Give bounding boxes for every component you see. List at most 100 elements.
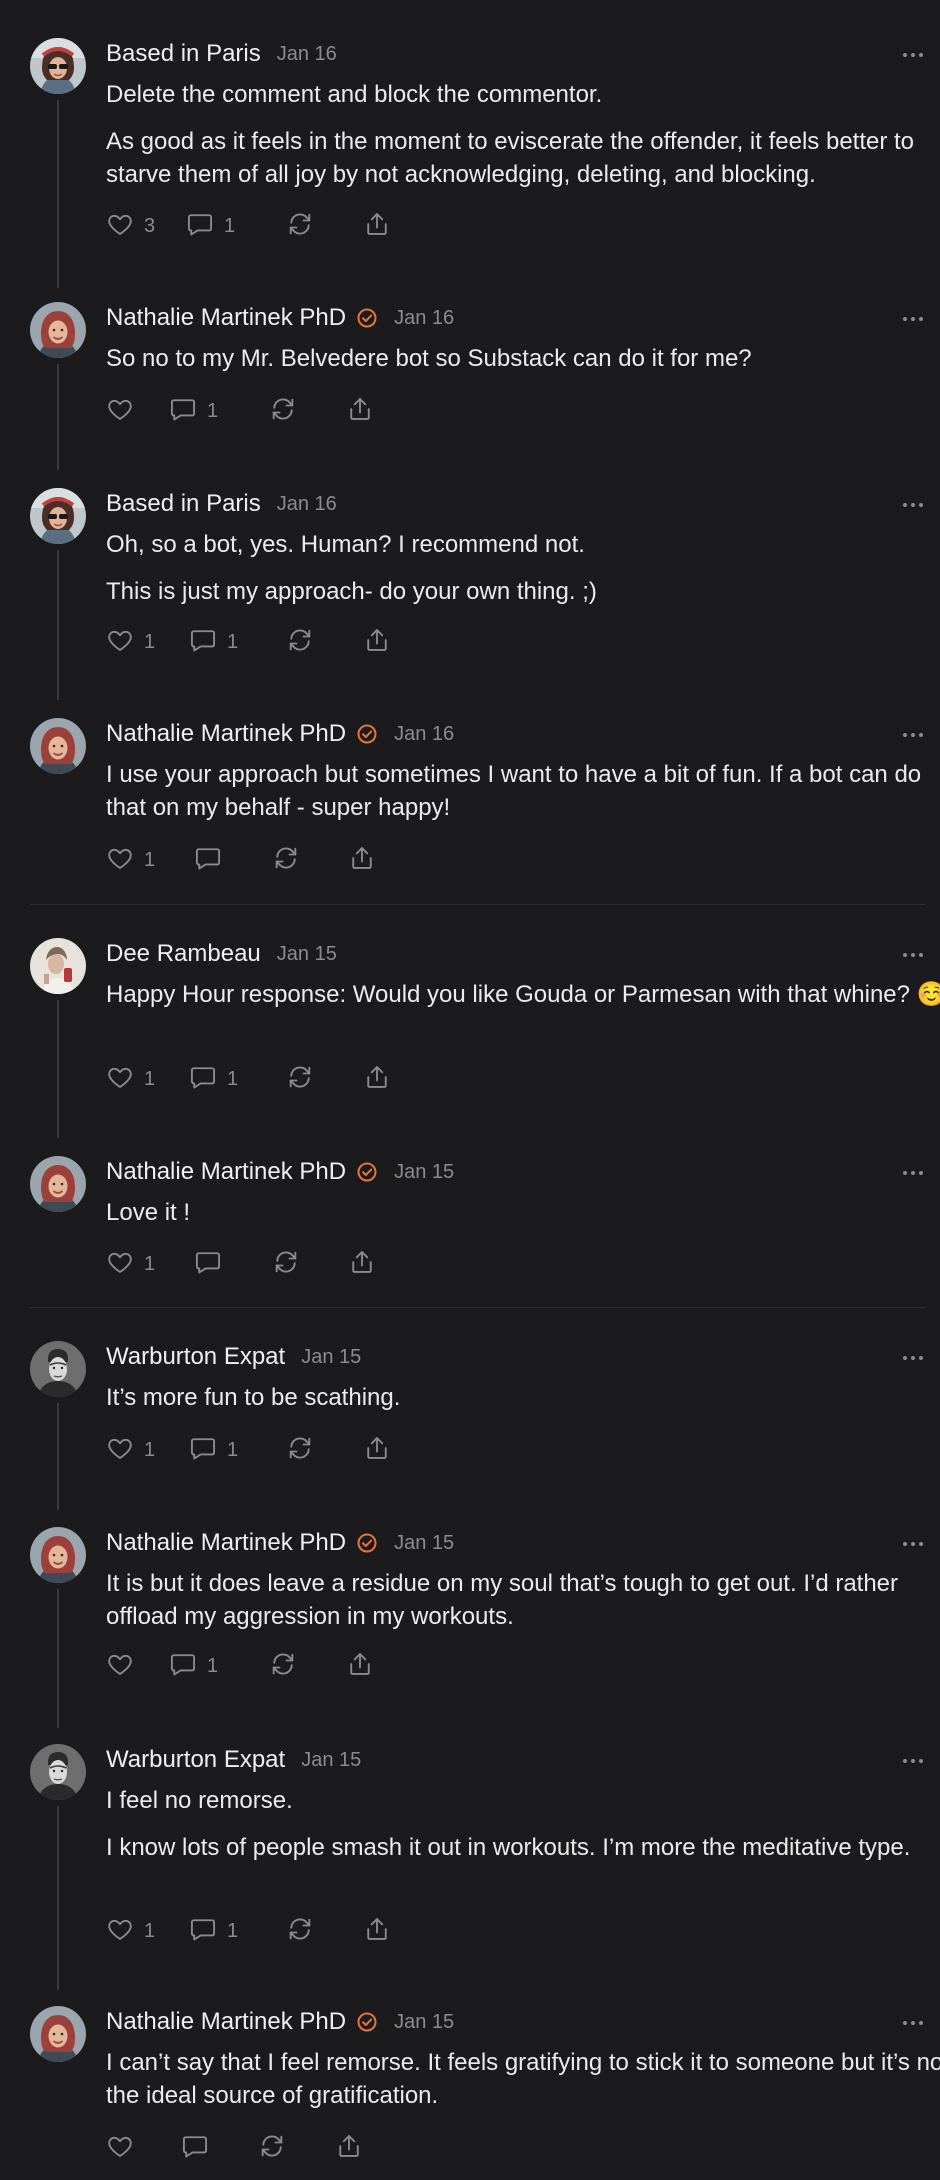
comment-date[interactable]: Jan 16 bbox=[277, 43, 337, 66]
like-button[interactable] bbox=[106, 395, 134, 427]
reply-button[interactable]: 1 bbox=[186, 210, 235, 242]
more-options-icon[interactable] bbox=[898, 1343, 928, 1373]
share-button[interactable] bbox=[335, 2132, 363, 2164]
restack-button[interactable] bbox=[258, 2132, 286, 2164]
avatar[interactable] bbox=[30, 1744, 86, 1800]
comment-date[interactable]: Jan 15 bbox=[301, 1346, 361, 1369]
share-button[interactable] bbox=[363, 1434, 391, 1466]
comment-date[interactable]: Jan 15 bbox=[301, 1749, 361, 1772]
reply-button[interactable]: 1 bbox=[189, 1434, 238, 1466]
like-button[interactable]: 1 bbox=[106, 1434, 155, 1466]
share-icon bbox=[346, 395, 374, 428]
heart-icon bbox=[106, 626, 134, 659]
avatar[interactable] bbox=[30, 1341, 86, 1397]
author-name[interactable]: Based in Paris bbox=[106, 490, 261, 518]
avatar[interactable] bbox=[30, 302, 86, 358]
author-name[interactable]: Based in Paris bbox=[106, 40, 261, 68]
restack-button[interactable] bbox=[269, 1650, 297, 1682]
restack-icon bbox=[286, 1063, 314, 1096]
restack-button[interactable] bbox=[272, 844, 300, 876]
reply-button[interactable]: 1 bbox=[189, 1915, 238, 1947]
reply-button[interactable] bbox=[194, 844, 222, 876]
author-name[interactable]: Dee Rambeau bbox=[106, 940, 261, 968]
like-button[interactable] bbox=[106, 2132, 134, 2164]
avatar[interactable] bbox=[30, 1527, 86, 1583]
author-name[interactable]: Warburton Expat bbox=[106, 1343, 285, 1371]
like-button[interactable]: 1 bbox=[106, 1063, 155, 1095]
restack-button[interactable] bbox=[286, 1063, 314, 1095]
share-icon bbox=[363, 1434, 391, 1467]
comment-date[interactable]: Jan 15 bbox=[277, 943, 337, 966]
comment-body: Love it ! bbox=[106, 1196, 940, 1243]
more-options-icon[interactable] bbox=[898, 490, 928, 520]
restack-icon bbox=[286, 626, 314, 659]
author-name[interactable]: Warburton Expat bbox=[106, 1746, 285, 1774]
share-button[interactable] bbox=[346, 1650, 374, 1682]
share-button[interactable] bbox=[363, 1063, 391, 1095]
reply-icon bbox=[189, 1063, 217, 1096]
restack-button[interactable] bbox=[286, 1434, 314, 1466]
comment-body: It’s more fun to be scathing. bbox=[106, 1381, 940, 1428]
reply-button[interactable] bbox=[181, 2132, 209, 2164]
restack-button[interactable] bbox=[272, 1248, 300, 1280]
comment-date[interactable]: Jan 16 bbox=[277, 493, 337, 516]
more-options-icon[interactable] bbox=[898, 1158, 928, 1188]
share-button[interactable] bbox=[363, 210, 391, 242]
reply-button[interactable]: 1 bbox=[189, 626, 238, 658]
thread-line bbox=[57, 1000, 59, 1138]
reply-button[interactable]: 1 bbox=[169, 1650, 218, 1682]
like-button[interactable]: 1 bbox=[106, 1248, 155, 1280]
restack-button[interactable] bbox=[269, 395, 297, 427]
share-button[interactable] bbox=[346, 395, 374, 427]
comment-date[interactable]: Jan 15 bbox=[394, 1532, 454, 1555]
share-button[interactable] bbox=[348, 844, 376, 876]
restack-button[interactable] bbox=[286, 1915, 314, 1947]
avatar[interactable] bbox=[30, 2006, 86, 2062]
avatar[interactable] bbox=[30, 938, 86, 994]
share-button[interactable] bbox=[363, 626, 391, 658]
like-button[interactable] bbox=[106, 1650, 134, 1682]
reply-button[interactable]: 1 bbox=[169, 395, 218, 427]
like-count: 1 bbox=[144, 630, 156, 653]
verified-badge-icon bbox=[356, 307, 378, 329]
like-button[interactable]: 3 bbox=[106, 210, 155, 242]
comment-date[interactable]: Jan 16 bbox=[394, 307, 454, 330]
author-name[interactable]: Nathalie Martinek PhD bbox=[106, 1158, 346, 1186]
author-name[interactable]: Nathalie Martinek PhD bbox=[106, 304, 346, 332]
reply-button[interactable] bbox=[194, 1248, 222, 1280]
comment-text: Oh, so a bot, yes. Human? I recommend no… bbox=[106, 531, 585, 558]
author-name[interactable]: Nathalie Martinek PhD bbox=[106, 1529, 346, 1557]
like-button[interactable]: 1 bbox=[106, 1915, 155, 1947]
more-options-icon[interactable] bbox=[898, 2008, 928, 2038]
more-options-icon[interactable] bbox=[898, 940, 928, 970]
more-options-icon[interactable] bbox=[898, 40, 928, 70]
heart-icon bbox=[106, 1650, 134, 1683]
avatar[interactable] bbox=[30, 488, 86, 544]
author-name[interactable]: Nathalie Martinek PhD bbox=[106, 2008, 346, 2036]
more-options-icon[interactable] bbox=[898, 1746, 928, 1776]
avatar[interactable] bbox=[30, 1156, 86, 1212]
comment-text: As good as it feels in the moment to evi… bbox=[106, 128, 915, 188]
comment-date[interactable]: Jan 15 bbox=[394, 2011, 454, 2034]
comment-date[interactable]: Jan 15 bbox=[394, 1161, 454, 1184]
comment-body: I feel no remorse. I know lots of people … bbox=[106, 1784, 940, 1878]
more-options-icon[interactable] bbox=[898, 1529, 928, 1559]
reply-button[interactable]: 1 bbox=[189, 1063, 238, 1095]
comment-header: Nathalie Martinek PhD Jan 15 bbox=[106, 1527, 454, 1559]
like-button[interactable]: 1 bbox=[106, 844, 155, 876]
avatar[interactable] bbox=[30, 718, 86, 774]
comment-date[interactable]: Jan 16 bbox=[394, 723, 454, 746]
restack-button[interactable] bbox=[286, 210, 314, 242]
comment-item: Warburton Expat Jan 15 It’s more fun to be… bbox=[30, 1341, 930, 1510]
comment-body: Oh, so a bot, yes. Human? I recommend no… bbox=[106, 528, 940, 622]
more-options-icon[interactable] bbox=[898, 304, 928, 334]
share-button[interactable] bbox=[348, 1248, 376, 1280]
more-options-icon[interactable] bbox=[898, 720, 928, 750]
restack-button[interactable] bbox=[286, 626, 314, 658]
share-button[interactable] bbox=[363, 1915, 391, 1947]
author-name[interactable]: Nathalie Martinek PhD bbox=[106, 720, 346, 748]
like-button[interactable]: 1 bbox=[106, 626, 155, 658]
comment-text: Love it ! bbox=[106, 1199, 191, 1226]
avatar[interactable] bbox=[30, 38, 86, 94]
comment-text: I can’t say that I feel remorse. It feel… bbox=[106, 2049, 940, 2109]
